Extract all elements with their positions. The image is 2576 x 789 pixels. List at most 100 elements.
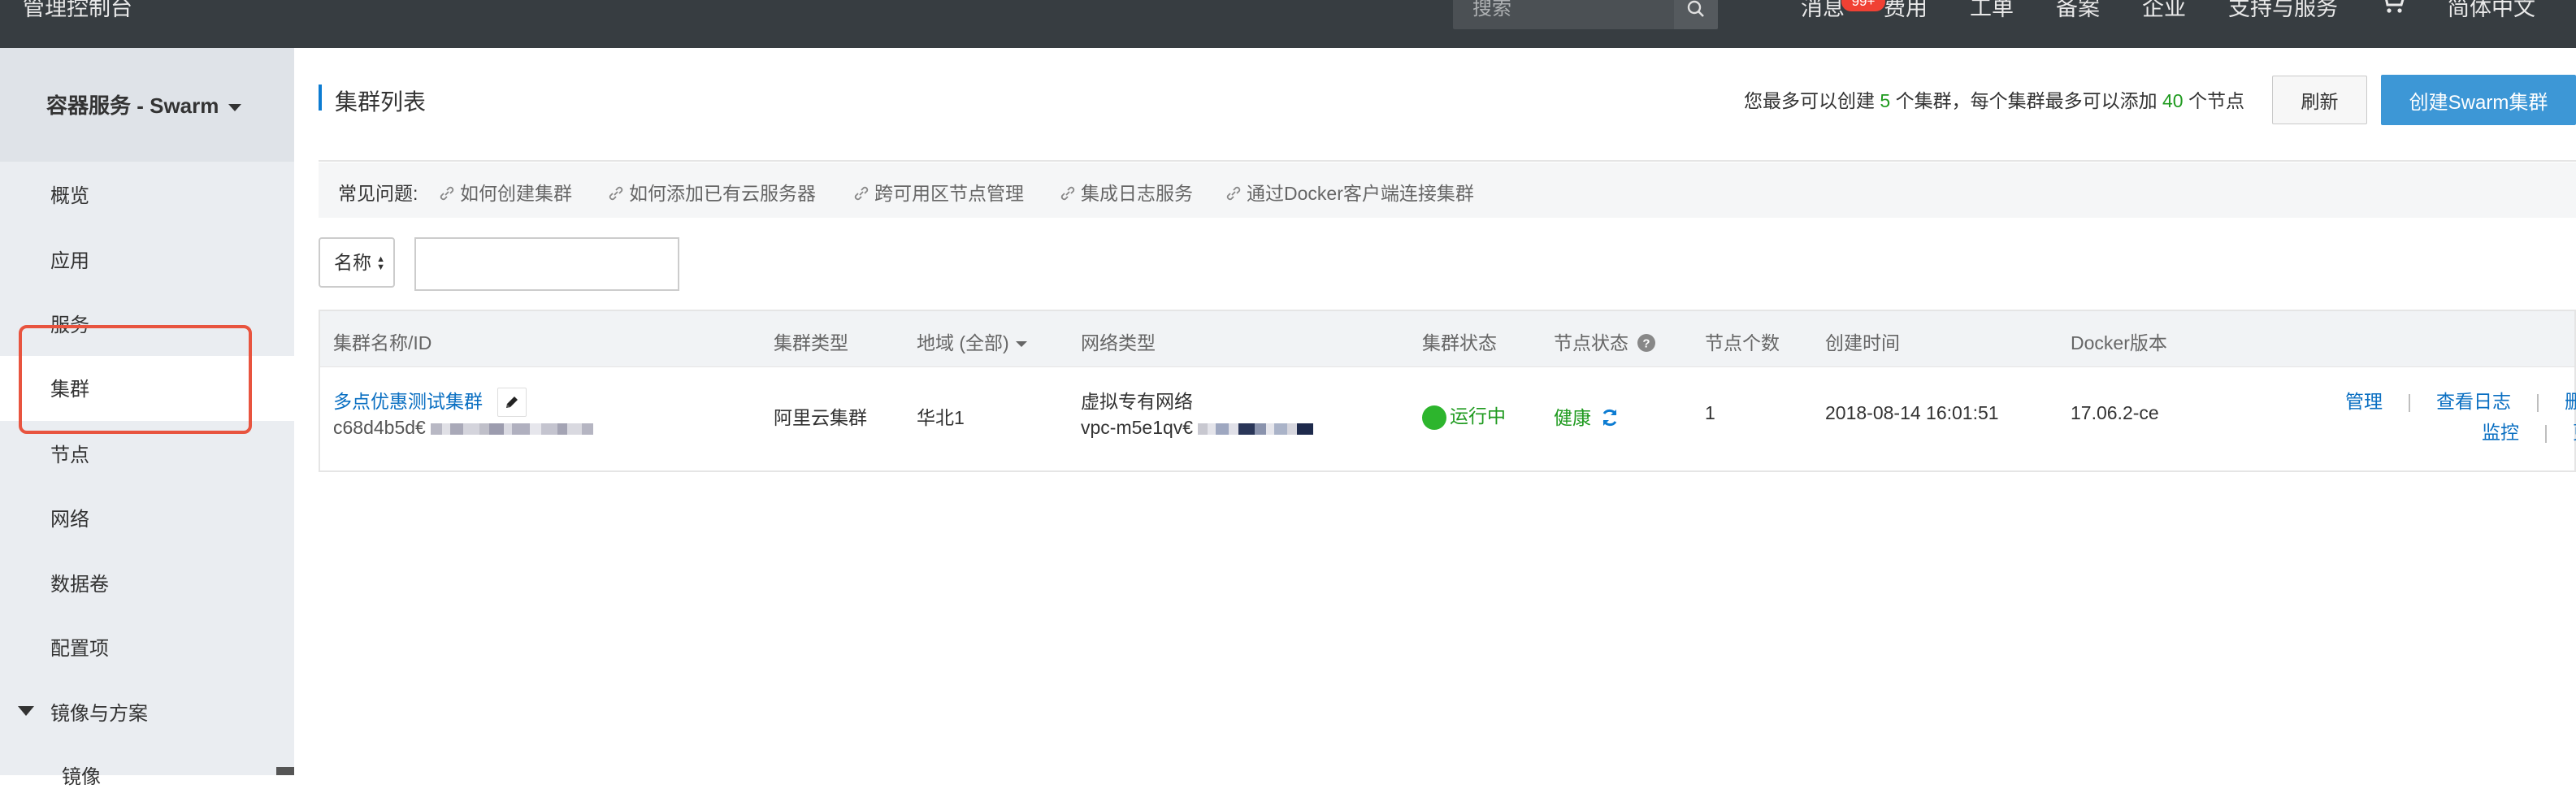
delete-link[interactable]: 删 [2565, 391, 2576, 412]
filter-field-value: 名称 [334, 252, 371, 273]
cluster-id-text: c68d4b5d€ [333, 417, 426, 438]
quota-nodes: 40 [2162, 90, 2184, 111]
sidebar-item-overview[interactable]: 概览 [50, 180, 89, 208]
sidebar-item-config[interactable]: 配置项 [50, 632, 109, 661]
col-header-network: 网络类型 [1081, 332, 1156, 353]
chevron-down-icon [228, 103, 242, 111]
faq-link-label: 跨可用区节点管理 [874, 183, 1024, 204]
col-header-status: 集群状态 [1422, 332, 1497, 353]
top-bar: 管理控制台 消息 99+ 费用 工单 备案 企业 支持与服务 简体中文 [0, 0, 2576, 48]
network-type: 虚拟专有网络 [1081, 391, 1193, 412]
cluster-type: 阿里云集群 [774, 407, 867, 428]
separator: | [2407, 391, 2412, 412]
sidebar-group-images[interactable]: 镜像与方案 [50, 697, 148, 726]
col-header-region-label: 地域 (全部) [917, 332, 1009, 353]
cluster-table: 集群名称/ID 集群类型 地域 (全部) 网络类型 集群状态 节点状态 ? 节点… [319, 310, 2576, 472]
search-button[interactable] [1674, 0, 1718, 29]
cart-icon[interactable] [2379, 0, 2405, 20]
link-icon [853, 184, 870, 206]
message-count-badge: 99+ [1841, 0, 1885, 11]
cluster-region: 华北1 [917, 407, 965, 428]
col-header-created: 创建时间 [1825, 332, 1900, 353]
quota-clusters: 5 [1880, 90, 1891, 111]
nav-icp-filing[interactable]: 备案 [2056, 0, 2100, 22]
annotation-highlight-box [19, 325, 252, 434]
sidebar-item-networks[interactable]: 网络 [50, 503, 89, 531]
search-input[interactable] [1453, 0, 1671, 29]
separator: | [2543, 422, 2548, 443]
page-title: 集群列表 [335, 89, 427, 115]
quota-middle: 个集群，每个集群最多可以添加 [1895, 90, 2158, 111]
sidebar-item-nodes[interactable]: 节点 [50, 439, 89, 467]
table-header: 集群名称/ID 集群类型 地域 (全部) 网络类型 集群状态 节点状态 ? 节点… [320, 311, 2574, 367]
manage-link[interactable]: 管理 [2345, 391, 2383, 412]
refresh-icon[interactable] [1599, 407, 1620, 428]
divider [319, 160, 2576, 162]
link-icon [608, 184, 624, 206]
language-switch[interactable]: 简体中文 [2448, 0, 2535, 22]
filter-field-select[interactable]: 名称 ▲ ▼ [319, 237, 395, 288]
faq-link-label: 如何添加已有云服务器 [629, 183, 816, 204]
col-header-region[interactable]: 地域 (全部) [917, 327, 1027, 355]
view-logs-link[interactable]: 查看日志 [2436, 391, 2511, 412]
faq-label: 常见问题: [338, 183, 418, 204]
col-header-node-count: 节点个数 [1705, 332, 1780, 353]
nav-tickets[interactable]: 工单 [1970, 0, 2014, 22]
refresh-button[interactable]: 刷新 [2272, 76, 2367, 124]
row-actions-bottom: 监控 | 更 [2482, 417, 2576, 444]
faq-link-docker-client[interactable]: 通过Docker客户端连接集群 [1225, 178, 1474, 206]
faq-link-create-cluster[interactable]: 如何创建集群 [439, 178, 572, 206]
console-brand[interactable]: 管理控制台 [23, 0, 132, 22]
more-link[interactable]: 更 [2573, 422, 2576, 443]
faq-link-add-ecs[interactable]: 如何添加已有云服务器 [608, 178, 816, 206]
nav-support[interactable]: 支持与服务 [2228, 0, 2338, 22]
quota-prefix: 您最多可以创建 [1744, 90, 1875, 111]
search-icon [1687, 0, 1704, 17]
filter-search-input[interactable] [414, 237, 679, 291]
nav-billing[interactable]: 费用 [1884, 0, 1928, 22]
create-swarm-cluster-button[interactable]: 创建Swarm集群 [2381, 75, 2576, 125]
docker-version: 17.06.2-ce [2071, 402, 2159, 423]
sidebar-item-volumes[interactable]: 数据卷 [50, 568, 109, 596]
faq-link-cross-zone[interactable]: 跨可用区节点管理 [853, 178, 1024, 206]
monitor-link[interactable]: 监控 [2482, 422, 2519, 443]
nav-messages[interactable]: 消息 [1801, 0, 1845, 22]
node-health-text: 健康 [1554, 407, 1591, 428]
faq-link-label: 如何创建集群 [460, 183, 572, 204]
faq-link-label: 通过Docker客户端连接集群 [1247, 183, 1474, 204]
cluster-name-link[interactable]: 多点优惠测试集群 [333, 386, 483, 414]
created-time: 2018-08-14 16:01:51 [1825, 402, 1999, 423]
col-header-node-status-label: 节点状态 [1554, 332, 1628, 353]
sidebar-header[interactable]: 容器服务 - Swarm [0, 48, 294, 162]
link-icon [1225, 184, 1242, 206]
col-header-type: 集群类型 [774, 332, 848, 353]
sidebar-scrollbar[interactable] [276, 767, 294, 775]
vpc-id: vpc-m5e1qv€ [1081, 417, 1314, 439]
select-arrows-icon: ▲ ▼ [376, 254, 385, 272]
edit-name-button[interactable] [497, 388, 527, 417]
row-actions-top: 管理 | 查看日志 | 删 [2345, 386, 2576, 414]
pencil-icon [506, 397, 518, 408]
cluster-status-text: 运行中 [1450, 405, 1506, 427]
cluster-id: c68d4b5d€ [333, 417, 594, 439]
cluster-status: 运行中 [1422, 401, 1506, 430]
link-icon [1060, 184, 1076, 206]
link-icon [439, 184, 455, 206]
quota-info: 您最多可以创建 5 个集群，每个集群最多可以添加 40 个节点 [1744, 85, 2244, 113]
node-health: 健康 [1554, 402, 1620, 430]
nav-enterprise[interactable]: 企业 [2142, 0, 2186, 22]
expand-triangle-icon[interactable] [18, 706, 34, 716]
sidebar-item-applications[interactable]: 应用 [50, 245, 89, 273]
chevron-down-icon [1015, 341, 1027, 348]
node-count: 1 [1705, 402, 1715, 423]
product-switcher[interactable]: 容器服务 - Swarm [46, 89, 242, 119]
cluster-name: 多点优惠测试集群 [333, 391, 483, 412]
col-header-node-status: 节点状态 ? [1554, 327, 1656, 355]
faq-link-log-service[interactable]: 集成日志服务 [1060, 178, 1193, 206]
help-icon[interactable]: ? [1637, 333, 1656, 353]
svg-text:?: ? [1643, 337, 1650, 351]
title-accent-bar [319, 85, 322, 111]
vpc-id-text: vpc-m5e1qv€ [1081, 417, 1194, 438]
faq-link-label: 集成日志服务 [1081, 183, 1193, 204]
status-dot-icon [1422, 405, 1446, 430]
